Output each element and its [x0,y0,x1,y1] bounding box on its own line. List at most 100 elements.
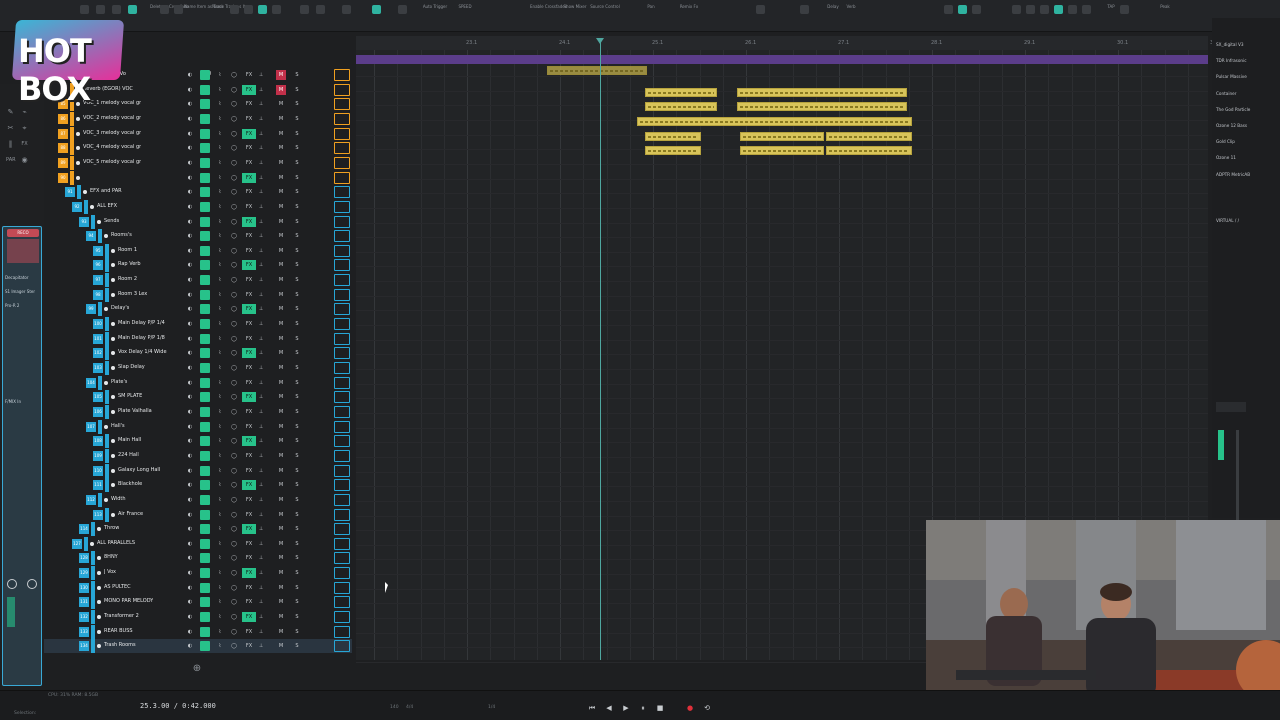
route-icon[interactable]: ⊥ [258,187,264,197]
solo-button[interactable]: S [292,597,302,607]
solo-button[interactable]: S [292,612,302,622]
toolbar-button[interactable]: Verb [836,4,866,16]
track-row[interactable]: 133 REAR BUSS ◐ ⌇ ◯ FX ⊥ M S [44,624,352,639]
toolbar-button[interactable]: Pan [636,4,666,16]
fx-button[interactable]: FX [242,348,256,359]
pan-knob[interactable]: ◯ [230,451,238,461]
io-button[interactable] [200,612,210,623]
track-row[interactable]: 107 Hall's ◐ ⌇ ◯ FX ⊥ M S [44,419,352,434]
track-name[interactable]: VOC_4 melody vocal gr [83,144,141,150]
audio-clip[interactable] [637,117,912,126]
io-button[interactable] [200,568,210,579]
mute-button[interactable]: M [276,129,286,139]
track-row[interactable]: 99 Delay's ◐ ⌇ ◯ FX ⊥ M S [44,302,352,317]
fx-slot-imager[interactable]: S1 Imager Ster [5,289,39,296]
pan-knob[interactable]: ◯ [230,480,238,490]
solo-button[interactable]: S [292,392,302,402]
fx-button[interactable]: FX [242,392,256,403]
pan-knob[interactable]: ◯ [230,143,238,153]
fx-button[interactable]: FX [242,363,256,373]
mute-button[interactable]: M [276,407,286,417]
pan-knob[interactable]: ◯ [230,334,238,344]
track-row[interactable]: 90 ◐ ⌇ ◯ FX ⊥ M S [44,170,352,185]
pan-knob[interactable]: ◯ [230,568,238,578]
track-name[interactable]: Hall's [111,423,125,429]
pan-knob[interactable] [7,579,17,589]
brush-icon[interactable]: ⌁ [20,108,29,117]
prev-icon[interactable]: ◀ [604,703,614,713]
mute-button[interactable]: M [276,422,286,432]
track-row[interactable]: 97 Room 2 ◐ ⌇ ◯ FX ⊥ M S [44,273,352,288]
mute-button[interactable]: M [276,348,286,358]
track-name[interactable]: ALL EFX [97,203,117,209]
solo-button[interactable]: S [292,627,302,637]
mute-button[interactable]: M [276,553,286,563]
route-icon[interactable]: ⊥ [258,436,264,446]
pan-knob[interactable]: ◯ [230,99,238,109]
env-icon[interactable]: ⌇ [216,568,224,578]
rec-chip[interactable]: RECO [7,229,39,237]
io-button[interactable] [200,450,210,461]
track-row[interactable]: 100 Main Delay P/P 1/4 ◐ ⌇ ◯ FX ⊥ M S [44,317,352,332]
track-row[interactable]: 88 VOC_4 melody vocal gr ◐ ⌇ ◯ FX ⊥ M S [44,141,352,156]
phase-icon[interactable]: ◐ [186,524,194,534]
audio-clip[interactable] [740,146,824,155]
track-name[interactable]: REAR BUSS [104,628,133,634]
solo-button[interactable]: S [292,641,302,651]
mute-button[interactable]: M [276,246,286,256]
phase-icon[interactable]: ◐ [186,217,194,227]
env-icon[interactable]: ⌇ [216,319,224,329]
toolbar-icon[interactable] [372,5,381,14]
pan-knob[interactable]: ◯ [230,173,238,183]
io-button[interactable] [200,260,210,271]
solo-button[interactable]: S [292,480,302,490]
mute-button[interactable]: M [276,392,286,402]
fx-button[interactable]: FX [242,216,256,227]
route-icon[interactable]: ⊥ [258,246,264,256]
route-icon[interactable]: ⊥ [258,217,264,227]
pan-knob[interactable]: ◯ [230,407,238,417]
solo-button[interactable]: S [292,85,302,95]
master-fader[interactable] [1236,430,1239,520]
io-button[interactable] [200,377,210,388]
track-record-dot[interactable] [111,336,115,341]
toolbar-icon[interactable] [342,5,351,14]
cut-icon[interactable]: ✂ [6,124,15,133]
mute-button[interactable]: M [276,187,286,197]
solo-button[interactable]: S [292,436,302,446]
pan-knob[interactable]: ◯ [230,158,238,168]
loop-icon[interactable]: ⟲ [702,703,712,713]
env-icon[interactable]: ⌇ [216,392,224,402]
env-icon[interactable]: ⌇ [216,143,224,153]
fx-slot-pro-r[interactable]: Pro-R 2 [5,303,39,310]
audio-clip[interactable] [645,132,701,141]
route-icon[interactable]: ⊥ [258,524,264,534]
track-row[interactable]: 111 Blackhole ◐ ⌇ ◯ FX ⊥ M S [44,478,352,493]
audio-clip[interactable] [645,146,701,155]
io-button[interactable] [200,538,210,549]
solo-button[interactable]: S [292,422,302,432]
io-button[interactable] [200,216,210,227]
route-icon[interactable]: ⊥ [258,275,264,285]
pin-icon[interactable]: ⌖ [20,124,29,133]
toolbar-icon[interactable] [1012,5,1021,14]
track-record-dot[interactable] [76,146,80,151]
audio-clip[interactable] [737,88,907,97]
track-row[interactable]: 93 Sends ◐ ⌇ ◯ FX ⊥ M S [44,214,352,229]
mute-button[interactable]: M [276,231,286,241]
track-name[interactable]: AS PULTEC [104,584,131,590]
env-icon[interactable]: ⌇ [216,348,224,358]
solo-button[interactable]: S [292,510,302,520]
env-icon[interactable]: ⌇ [216,158,224,168]
io-button[interactable] [200,524,210,535]
playhead[interactable] [600,42,601,660]
fx-button[interactable]: FX [242,143,256,153]
solo-button[interactable]: S [292,114,302,124]
env-icon[interactable]: ⌇ [216,495,224,505]
track-record-dot[interactable] [111,292,115,297]
fx-button[interactable]: FX [242,407,256,417]
toolbar-icon[interactable] [174,5,183,14]
fx-button[interactable]: FX [242,70,256,80]
pan-knob[interactable]: ◯ [230,641,238,651]
route-icon[interactable]: ⊥ [258,348,264,358]
